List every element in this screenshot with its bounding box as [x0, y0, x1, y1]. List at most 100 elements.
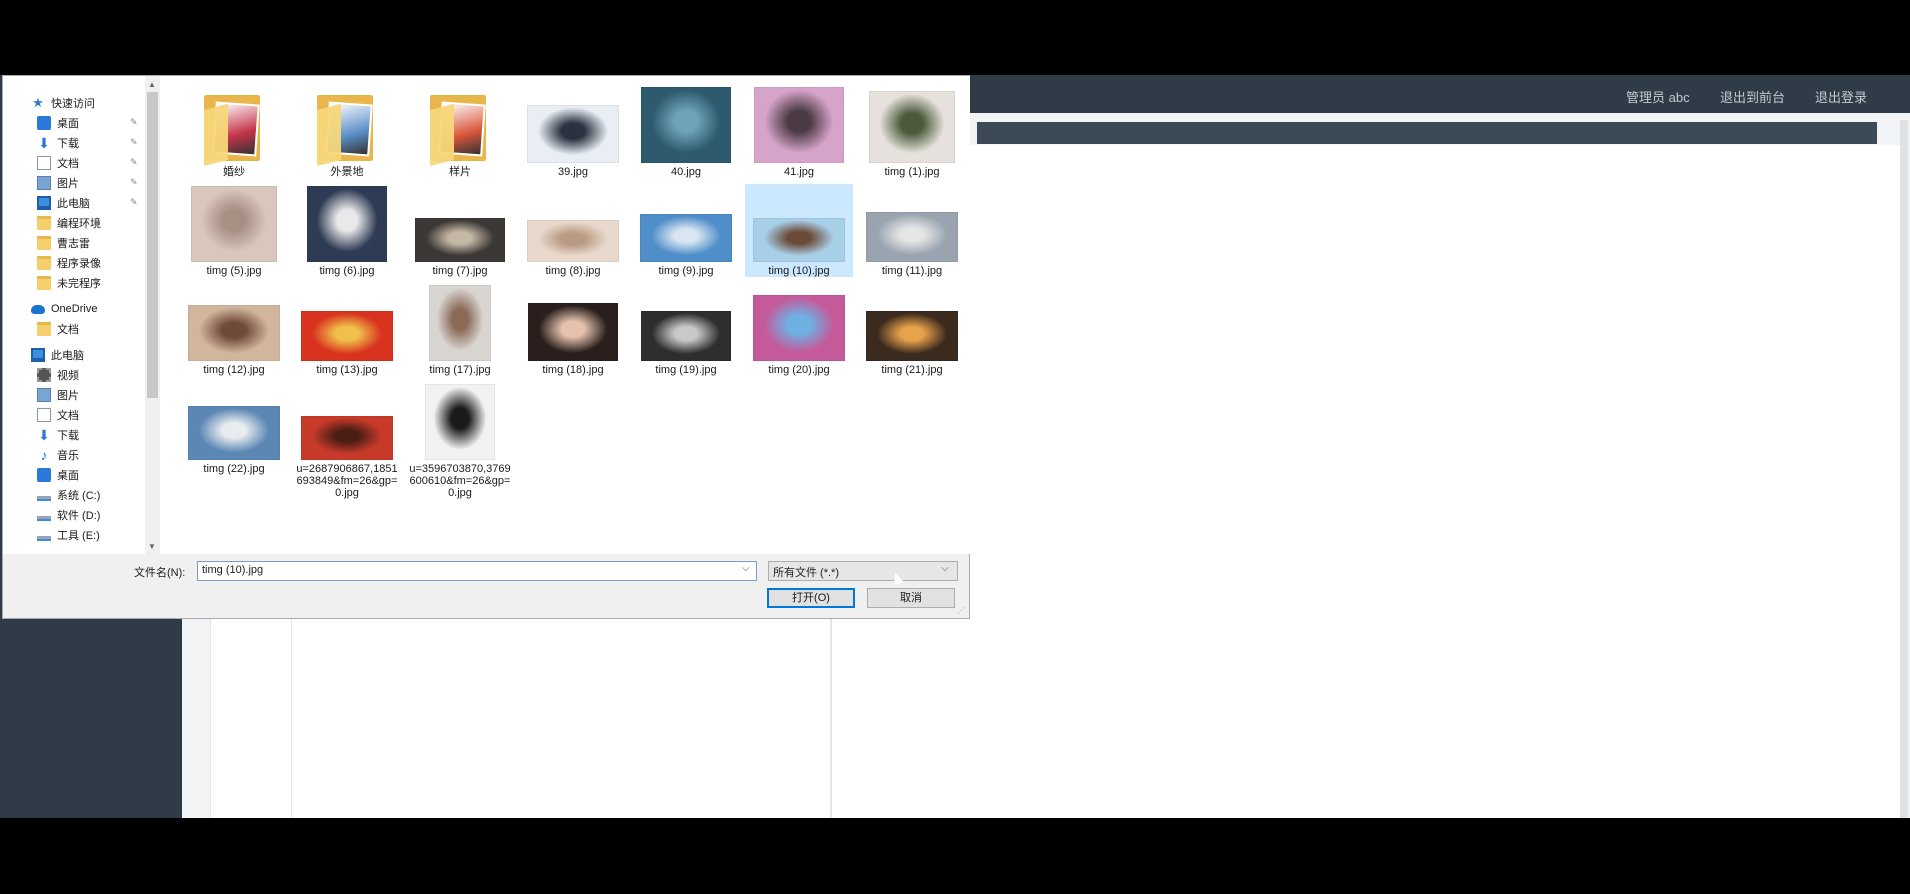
nav-item[interactable]: 编程环境: [37, 213, 101, 233]
content-header-bar: [977, 122, 1877, 144]
chevron-down-icon[interactable]: ⌵: [742, 563, 750, 574]
computer-icon: [31, 348, 45, 362]
file-item[interactable]: timg (12).jpg: [180, 283, 288, 376]
nav-item-label: 编程环境: [57, 218, 101, 230]
file-item[interactable]: u=2687906867,1851693849&fm=26&gp=0.jpg: [293, 382, 401, 499]
nav-item[interactable]: ⬇ 下载: [37, 133, 79, 153]
file-name-label: timg (10).jpg: [768, 265, 830, 277]
page-scrollbar[interactable]: [1900, 120, 1908, 818]
navigation-pane: ★ 快速访问 桌面 ✎ ⬇ 下载 ✎ 文档 ✎ 图片 ✎ 此电脑 ✎ 编程环境 曹志雷 程序录像 未完程序 One…: [3, 76, 160, 554]
file-name-label: timg (17).jpg: [429, 364, 491, 376]
nav-item[interactable]: 程序录像: [37, 253, 101, 273]
nav-item-label: 工具 (E:): [57, 530, 100, 542]
back-to-frontend-link[interactable]: 退出到前台: [1720, 87, 1785, 106]
thumbnail-area: [745, 283, 853, 361]
nav-item[interactable]: 桌面: [37, 465, 79, 485]
thumbnail-area: [180, 85, 288, 166]
file-item[interactable]: timg (7).jpg: [406, 184, 514, 277]
filename-input[interactable]: timg (10).jpg: [197, 561, 757, 581]
file-item[interactable]: timg (19).jpg: [632, 283, 740, 376]
file-item[interactable]: 41.jpg: [745, 85, 853, 178]
filename-label: 文件名(N):: [134, 567, 186, 579]
thumbnail-area: [180, 184, 288, 262]
file-item[interactable]: 39.jpg: [519, 85, 627, 178]
logout-link[interactable]: 退出登录: [1815, 87, 1867, 106]
thumbnail-area: [180, 382, 288, 460]
file-item[interactable]: 40.jpg: [632, 85, 740, 178]
folder-icon: [37, 256, 51, 270]
thumbnail-area: [632, 283, 740, 361]
thumbnail-area: [406, 85, 514, 166]
folder-item[interactable]: 样片: [406, 85, 514, 178]
file-item[interactable]: timg (6).jpg: [293, 184, 401, 277]
nav-item[interactable]: 曹志雷: [37, 233, 90, 253]
music-icon: ♪: [40, 447, 48, 463]
nav-item[interactable]: 文档: [37, 319, 79, 339]
file-name-label: 样片: [449, 166, 471, 178]
file-item[interactable]: timg (11).jpg: [858, 184, 966, 277]
nav-item-label: OneDrive: [51, 303, 98, 315]
folder-item[interactable]: 婚纱: [180, 85, 288, 178]
nav-item[interactable]: 系统 (C:): [37, 485, 100, 505]
file-item[interactable]: timg (10).jpg: [745, 184, 853, 277]
file-item[interactable]: timg (17).jpg: [406, 283, 514, 376]
file-item[interactable]: timg (22).jpg: [180, 382, 288, 475]
file-item[interactable]: timg (13).jpg: [293, 283, 401, 376]
pin-icon: ✎: [130, 117, 138, 127]
image-thumbnail: [753, 218, 845, 262]
nav-item[interactable]: 文档: [37, 153, 79, 173]
file-name-label: timg (7).jpg: [432, 265, 488, 277]
chevron-down-icon[interactable]: ⌵: [941, 563, 949, 574]
nav-item[interactable]: ♪ 音乐: [37, 445, 80, 465]
thumbnail-area: [632, 85, 740, 163]
nav-item[interactable]: 软件 (D:): [37, 505, 100, 525]
file-name-label: timg (8).jpg: [545, 265, 601, 277]
nav-item-label: 快速访问: [51, 98, 95, 110]
nav-item-label: 此电脑: [51, 350, 84, 362]
image-thumbnail: [754, 87, 844, 163]
file-item[interactable]: u=3596703870,3769600610&fm=26&gp=0.jpg: [406, 382, 514, 499]
nav-item[interactable]: OneDrive: [31, 299, 97, 319]
file-item[interactable]: timg (18).jpg: [519, 283, 627, 376]
image-thumbnail: [527, 220, 619, 262]
nav-item[interactable]: 视频: [37, 365, 79, 385]
drive-icon: [37, 515, 51, 521]
resize-grip-icon[interactable]: ⋰: [957, 606, 965, 615]
nav-item[interactable]: 图片: [37, 385, 79, 405]
thumbnail-area: [745, 85, 853, 163]
filetype-select[interactable]: 所有文件 (*.*): [768, 561, 958, 581]
file-item[interactable]: timg (8).jpg: [519, 184, 627, 277]
open-button[interactable]: 打开(O): [767, 588, 855, 608]
nav-item-label: 程序录像: [57, 258, 101, 270]
content-card-right: [830, 145, 1900, 818]
file-item[interactable]: timg (21).jpg: [858, 283, 966, 376]
nav-item[interactable]: 工具 (E:): [37, 525, 100, 545]
document-icon: [37, 408, 51, 422]
scroll-up-icon[interactable]: ▲: [148, 80, 156, 89]
scroll-down-icon[interactable]: ▼: [148, 542, 156, 551]
thumbnail-area: [858, 184, 966, 262]
nav-item[interactable]: 图片: [37, 173, 79, 193]
file-item[interactable]: timg (20).jpg: [745, 283, 853, 376]
nav-item[interactable]: 此电脑: [37, 193, 90, 213]
nav-scroll-thumb[interactable]: [147, 92, 158, 398]
image-thumbnail: [188, 305, 280, 361]
file-item[interactable]: timg (9).jpg: [632, 184, 740, 277]
file-name-label: 婚纱: [223, 166, 245, 178]
file-name-label: timg (5).jpg: [206, 265, 262, 277]
cancel-button[interactable]: 取消: [867, 588, 955, 608]
nav-item[interactable]: 桌面: [37, 113, 79, 133]
file-name-label: timg (19).jpg: [655, 364, 717, 376]
folder-item[interactable]: 外景地: [293, 85, 401, 178]
file-name-label: timg (21).jpg: [881, 364, 943, 376]
nav-item[interactable]: 文档: [37, 405, 79, 425]
nav-item[interactable]: 未完程序: [37, 273, 101, 293]
download-icon: ⬇: [38, 135, 50, 151]
file-item[interactable]: timg (5).jpg: [180, 184, 288, 277]
file-name-label: 外景地: [330, 166, 364, 178]
nav-item[interactable]: ⬇ 下载: [37, 425, 79, 445]
nav-item[interactable]: ★ 快速访问: [31, 93, 95, 113]
file-item[interactable]: timg (1).jpg: [858, 85, 966, 178]
nav-item[interactable]: 此电脑: [31, 345, 84, 365]
folder-icon: [37, 276, 51, 290]
